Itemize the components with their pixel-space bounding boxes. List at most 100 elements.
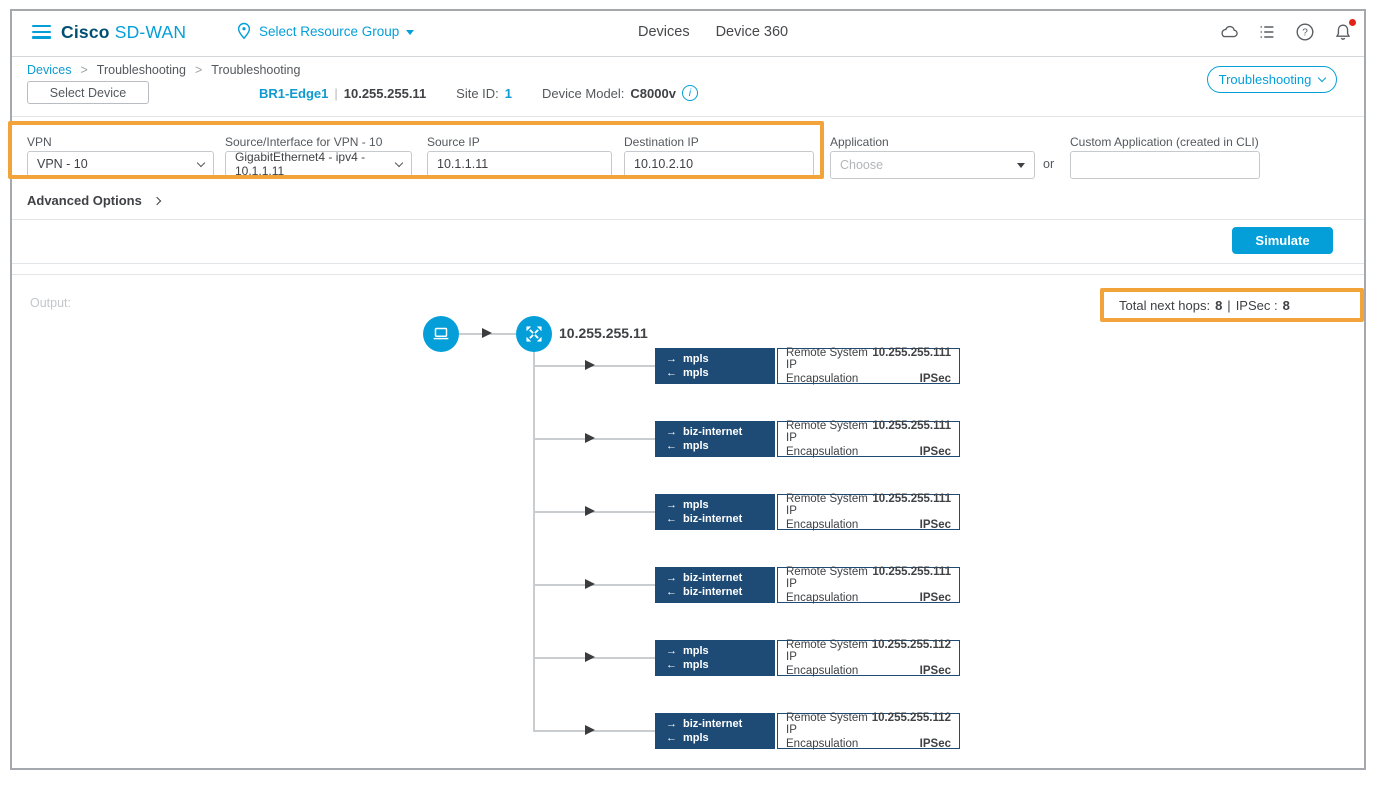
outbound-arrow-icon: → <box>666 645 677 657</box>
application-label: Application <box>830 135 889 149</box>
custom-application-field[interactable] <box>1070 151 1260 179</box>
interface-label: Source/Interface for VPN - 10 <box>225 135 382 149</box>
select-device-button[interactable]: Select Device <box>27 81 149 104</box>
hop-detail-panel: Remote System IP 10.255.255.111 Encapsul… <box>777 567 960 603</box>
next-hop-row: →biz-internet ←mpls Remote System IP 10.… <box>533 421 960 457</box>
simulate-button[interactable]: Simulate <box>1232 227 1333 254</box>
hop-detail-panel: Remote System IP 10.255.255.111 Encapsul… <box>777 348 960 384</box>
branch-arrowhead-icon <box>585 433 595 443</box>
source-ip-field[interactable]: 10.1.1.11 <box>427 151 612 177</box>
breadcrumb-troubleshooting[interactable]: Troubleshooting <box>97 63 186 77</box>
site-id-value: 1 <box>505 86 512 101</box>
tloc-color-panel: →biz-internet ←mpls <box>655 421 775 457</box>
dropdown-arrow-icon <box>1017 163 1025 168</box>
source-host-node[interactable] <box>423 316 459 352</box>
inbound-arrow-icon: ← <box>666 513 677 525</box>
inbound-arrow-icon: ← <box>666 732 677 744</box>
remote-system-ip-value: 10.255.255.111 <box>872 420 951 444</box>
vpn-label: VPN <box>27 135 52 149</box>
location-pin-icon <box>236 22 252 40</box>
inbound-color: mpls <box>683 659 709 671</box>
outbound-color: mpls <box>683 499 709 511</box>
next-hop-box[interactable]: →mpls ←biz-internet Remote System IP 10.… <box>655 494 960 530</box>
troubleshooting-dropdown-button[interactable]: Troubleshooting <box>1207 66 1337 93</box>
remote-system-ip-label: Remote System IP <box>786 347 869 371</box>
next-hop-box[interactable]: →mpls ←mpls Remote System IP 10.255.255.… <box>655 348 960 384</box>
encapsulation-value: IPSec <box>920 665 951 677</box>
next-hop-row: →mpls ←biz-internet Remote System IP 10.… <box>533 494 960 530</box>
inbound-color: mpls <box>683 440 709 452</box>
encapsulation-label: Encapsulation <box>786 519 858 531</box>
edge-router-node[interactable] <box>516 316 552 352</box>
breadcrumb: Devices > Troubleshooting > Troubleshoot… <box>27 63 300 77</box>
hop-detail-panel: Remote System IP 10.255.255.111 Encapsul… <box>777 421 960 457</box>
remote-system-ip-value: 10.255.255.111 <box>872 566 951 590</box>
inbound-arrow-icon: ← <box>666 367 677 379</box>
destination-ip-field[interactable]: 10.10.2.10 <box>624 151 814 177</box>
application-select[interactable]: Choose <box>830 151 1035 179</box>
inbound-color: mpls <box>683 367 709 379</box>
laptop-icon <box>430 323 452 345</box>
encapsulation-label: Encapsulation <box>786 665 858 677</box>
tloc-color-panel: →mpls ←mpls <box>655 348 775 384</box>
remote-system-ip-value: 10.255.255.111 <box>872 493 951 517</box>
tab-devices[interactable]: Devices <box>638 24 690 40</box>
header-tabs: Devices Device 360 <box>638 24 788 40</box>
device-name[interactable]: BR1-Edge1 <box>259 86 328 101</box>
inbound-arrow-icon: ← <box>666 659 677 671</box>
encapsulation-value: IPSec <box>920 519 951 531</box>
hop-detail-panel: Remote System IP 10.255.255.111 Encapsul… <box>777 494 960 530</box>
site-id-label: Site ID: <box>456 86 499 101</box>
info-icon[interactable]: i <box>682 85 698 101</box>
breadcrumb-devices[interactable]: Devices <box>27 63 71 77</box>
summary-divider: | <box>1227 298 1230 313</box>
help-icon[interactable]: ? <box>1294 21 1316 43</box>
next-hop-box[interactable]: →biz-internet ←mpls Remote System IP 10.… <box>655 713 960 749</box>
next-hop-box[interactable]: →biz-internet ←biz-internet Remote Syste… <box>655 567 960 603</box>
tab-device-360[interactable]: Device 360 <box>716 24 789 40</box>
inbound-color: biz-internet <box>683 513 742 525</box>
next-hop-row: →biz-internet ←biz-internet Remote Syste… <box>533 567 960 603</box>
outbound-color: biz-internet <box>683 426 742 438</box>
source-ip-label: Source IP <box>427 135 480 149</box>
section-divider <box>12 219 1364 220</box>
app-logo: Cisco SD-WAN <box>61 22 186 43</box>
chevron-down-icon <box>1318 74 1326 82</box>
encapsulation-label: Encapsulation <box>786 373 858 385</box>
tloc-color-panel: →biz-internet ←mpls <box>655 713 775 749</box>
outbound-arrow-icon: → <box>666 718 677 730</box>
custom-application-input[interactable] <box>1080 158 1250 172</box>
outbound-color: mpls <box>683 645 709 657</box>
inbound-arrow-icon: ← <box>666 586 677 598</box>
outbound-color: mpls <box>683 353 709 365</box>
branch-arrowhead-icon <box>585 579 595 589</box>
menu-icon[interactable] <box>32 25 51 39</box>
resource-group-selector[interactable]: Select Resource Group <box>236 22 414 40</box>
next-hop-row: →mpls ←mpls Remote System IP 10.255.255.… <box>533 348 960 384</box>
device-model-value: C8000v <box>630 86 676 101</box>
inbound-arrow-icon: ← <box>666 440 677 452</box>
advanced-options-toggle[interactable]: Advanced Options <box>27 193 160 208</box>
task-list-icon[interactable] <box>1256 21 1278 43</box>
hop-detail-panel: Remote System IP 10.255.255.112 Encapsul… <box>777 640 960 676</box>
interface-select[interactable]: GigabitEthernet4 - ipv4 - 10.1.1.11 <box>225 151 412 177</box>
encapsulation-label: Encapsulation <box>786 446 858 458</box>
resource-group-label: Select Resource Group <box>259 24 399 39</box>
notifications-icon[interactable] <box>1332 21 1354 43</box>
device-info-bar: BR1-Edge1 | 10.255.255.11 Site ID: 1 Dev… <box>259 85 698 101</box>
encapsulation-value: IPSec <box>920 373 951 385</box>
next-hop-row: → mpls ← mpls Remote System IP 10.255.255.… <box>533 640 960 676</box>
branch-arrowhead-icon <box>585 652 595 662</box>
chevron-down-icon <box>197 158 205 166</box>
next-hop-box[interactable]: → mpls ← mpls Remote System IP 10.255.255.… <box>655 640 960 676</box>
encapsulation-value: IPSec <box>920 738 951 750</box>
destination-ip-label: Destination IP <box>624 135 699 149</box>
logo-product: SD-WAN <box>115 22 187 42</box>
next-hop-box[interactable]: →biz-internet ←mpls Remote System IP 10.… <box>655 421 960 457</box>
remote-system-ip-label: Remote System IP <box>786 493 869 517</box>
caret-down-icon <box>406 30 414 35</box>
remote-system-ip-label: Remote System IP <box>786 420 869 444</box>
vpn-select[interactable]: VPN - 10 <box>27 151 214 177</box>
cloud-icon[interactable] <box>1218 21 1240 43</box>
breadcrumb-troubleshooting-current: Troubleshooting <box>211 63 300 77</box>
